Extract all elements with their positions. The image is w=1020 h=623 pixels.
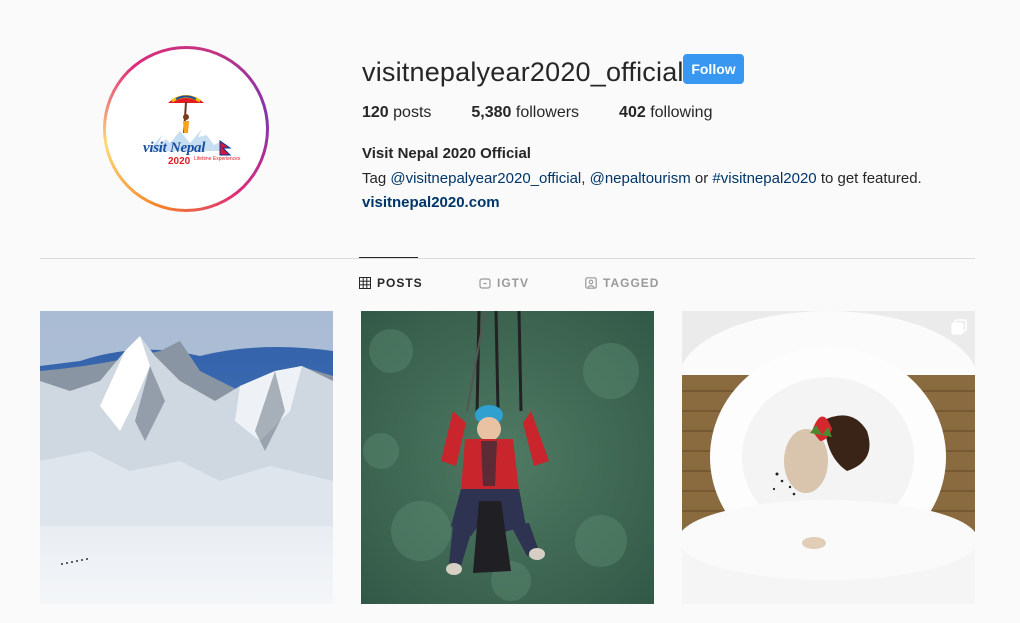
full-name: Visit Nepal 2020 Official xyxy=(362,145,531,162)
following-stat[interactable]: 402 following xyxy=(619,104,712,122)
profile-tabs: POSTS IGTV TAGGED xyxy=(0,276,1020,296)
logo-text: visit Nepal xyxy=(143,140,206,156)
post-thumbnail-dessert[interactable] xyxy=(682,311,975,604)
bio-separator: , xyxy=(581,170,590,187)
profile-header: visit Nepal 2020 Lifetime Experiences vi… xyxy=(0,0,1020,258)
dessert-photo xyxy=(682,311,975,604)
igtv-icon xyxy=(479,278,491,289)
followers-stat[interactable]: 5,380 followers xyxy=(471,104,579,122)
followers-count: 5,380 xyxy=(471,104,512,121)
zipline-photo xyxy=(361,311,654,604)
story-ring[interactable]: visit Nepal 2020 Lifetime Experiences xyxy=(103,46,269,212)
mountain-photo xyxy=(40,311,333,604)
posts-stat: 120 posts xyxy=(362,104,431,122)
tab-posts[interactable]: POSTS xyxy=(359,276,423,290)
tab-igtv[interactable]: IGTV xyxy=(479,276,529,290)
active-tab-indicator xyxy=(359,257,418,258)
bio-separator: or xyxy=(690,170,713,187)
website-link[interactable]: visitnepal2020.com xyxy=(362,194,500,211)
following-label: following xyxy=(650,104,713,121)
followers-label: followers xyxy=(515,104,580,121)
posts-count: 120 xyxy=(362,104,389,121)
tab-posts-label: POSTS xyxy=(377,276,423,290)
logo-tagline: Lifetime Experiences xyxy=(194,156,241,162)
bio-suffix: to get featured. xyxy=(816,170,922,187)
bio-prefix: Tag xyxy=(362,170,391,187)
tab-igtv-label: IGTV xyxy=(497,276,530,290)
tab-tagged-label: TAGGED xyxy=(603,276,660,290)
tagged-icon xyxy=(585,277,597,289)
tab-tagged[interactable]: TAGGED xyxy=(585,276,659,290)
username: visitnepalyear2020_official xyxy=(362,57,684,87)
follow-button[interactable]: Follow xyxy=(683,54,744,84)
section-divider xyxy=(40,258,975,259)
mention-link[interactable]: @nepaltourism xyxy=(590,170,691,187)
visit-nepal-logo xyxy=(150,95,232,156)
grid-icon xyxy=(359,277,371,289)
hashtag-link[interactable]: #visitnepal2020 xyxy=(712,170,816,187)
bio: Tag @visitnepalyear2020_official, @nepal… xyxy=(362,170,922,187)
post-thumbnail-zipline[interactable] xyxy=(361,311,654,604)
profile-stats: 120 posts 5,380 followers 402 following xyxy=(362,104,752,122)
avatar[interactable]: visit Nepal 2020 Lifetime Experiences xyxy=(110,53,262,205)
logo-year: 2020 xyxy=(168,156,191,167)
multi-post-icon xyxy=(951,319,967,335)
post-thumbnail-mountain[interactable] xyxy=(40,311,333,604)
following-count: 402 xyxy=(619,104,646,121)
posts-label: posts xyxy=(393,104,432,121)
mention-link[interactable]: @visitnepalyear2020_official xyxy=(390,170,581,187)
